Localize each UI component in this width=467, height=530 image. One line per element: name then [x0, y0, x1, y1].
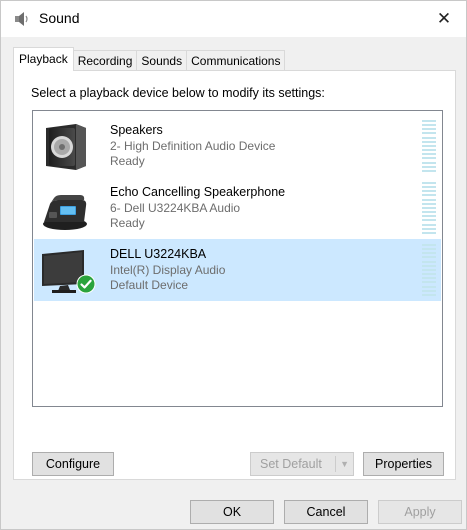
close-button[interactable]: ✕	[422, 1, 466, 37]
set-default-button[interactable]: Set Default ▼	[250, 452, 354, 476]
close-icon: ✕	[436, 9, 452, 28]
device-name: Echo Cancelling Speakerphone	[110, 185, 286, 199]
device-description: 2- High Definition Audio Device	[110, 139, 276, 153]
configure-button[interactable]: Configure	[32, 452, 114, 476]
device-description: 6- Dell U3224KBA Audio	[110, 201, 241, 215]
device-name: DELL U3224KBA	[110, 247, 207, 261]
device-status: Default Device	[110, 278, 189, 292]
speakers-icon	[46, 124, 86, 170]
device-status: Ready	[110, 216, 145, 230]
title-bar[interactable]: Sound ✕	[1, 1, 466, 37]
device-list[interactable]: Speakers 2- High Definition Audio Device…	[32, 110, 443, 407]
tab-recording[interactable]: Recording	[72, 50, 138, 71]
instruction-text: Select a playback device below to modify…	[31, 86, 325, 100]
tab-playback[interactable]: Playback	[13, 47, 74, 71]
cancel-button[interactable]: Cancel	[284, 500, 368, 524]
window-title: Sound	[39, 10, 80, 26]
device-status: Ready	[110, 154, 145, 168]
tab-sounds[interactable]: Sounds	[136, 50, 188, 71]
split-divider	[335, 456, 336, 472]
device-name: Speakers	[110, 123, 163, 137]
properties-button[interactable]: Properties	[363, 452, 444, 476]
ok-button[interactable]: OK	[190, 500, 274, 524]
playback-panel: Select a playback device below to modify…	[13, 70, 456, 480]
device-item-speakers[interactable]: Speakers 2- High Definition Audio Device…	[34, 115, 441, 177]
chevron-down-icon[interactable]: ▼	[340, 453, 349, 475]
green-check-icon	[76, 274, 96, 294]
sound-dialog: Sound ✕ Playback Recording Sounds Commun…	[0, 0, 467, 530]
device-description: Intel(R) Display Audio	[110, 263, 226, 277]
level-meter	[422, 244, 436, 296]
speaker-icon	[15, 12, 28, 26]
tab-communications[interactable]: Communications	[186, 50, 286, 71]
device-item-speakerphone[interactable]: Echo Cancelling Speakerphone 6- Dell U32…	[34, 177, 441, 239]
apply-button[interactable]: Apply	[378, 500, 462, 524]
tab-strip: Playback Recording Sounds Communications	[13, 47, 286, 71]
level-meter	[422, 120, 436, 172]
speakerphone-icon	[43, 195, 87, 230]
device-item-dell-monitor[interactable]: DELL U3224KBA Intel(R) Display Audio Def…	[34, 239, 441, 301]
level-meter	[422, 182, 436, 234]
set-default-label: Set Default	[260, 457, 322, 471]
